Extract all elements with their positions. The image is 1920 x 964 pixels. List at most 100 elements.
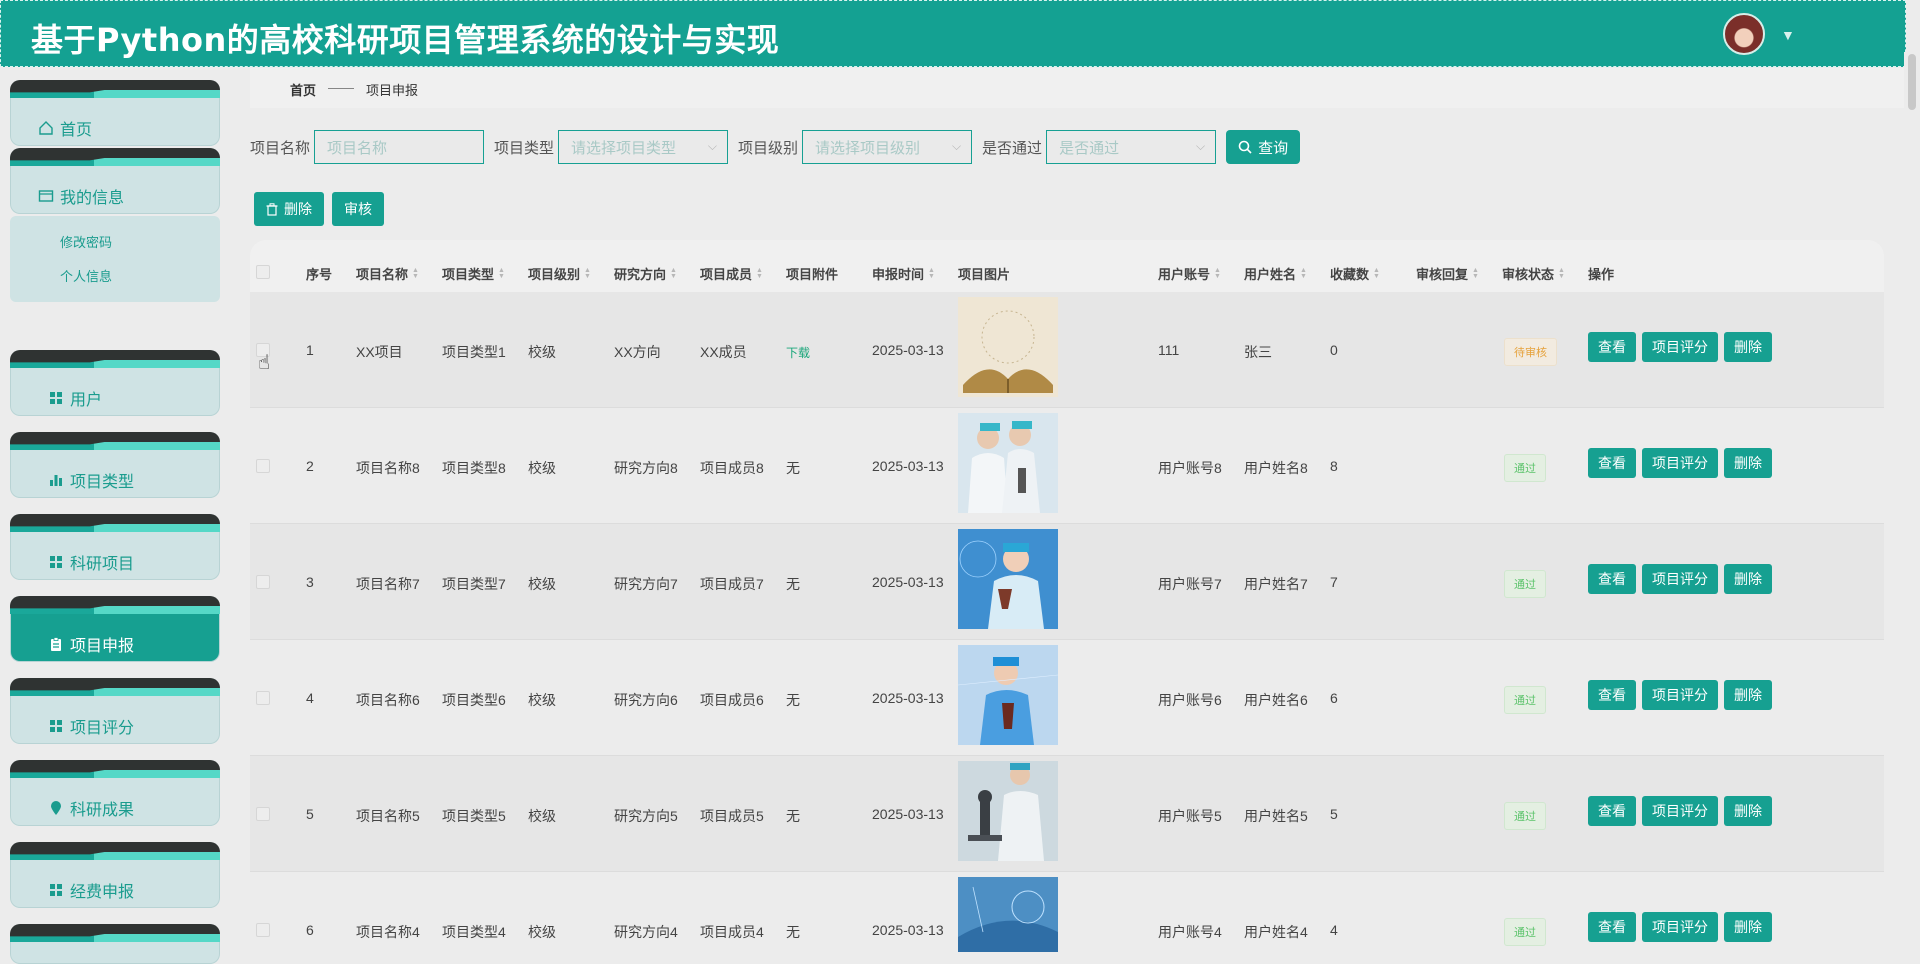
project-image[interactable] <box>958 297 1058 397</box>
project-image[interactable] <box>958 529 1058 629</box>
breadcrumb-home[interactable]: 首页 <box>290 80 316 99</box>
search-type-select[interactable]: 请选择项目类型 ⌵ <box>558 130 729 164</box>
delete-button[interactable]: 删除 <box>1724 448 1772 478</box>
col-header-type[interactable]: 项目类型 ▲ ▼ <box>442 264 505 283</box>
score-button[interactable]: 项目评分 <box>1642 448 1718 478</box>
col-header-account[interactable]: 用户账号 ▲ ▼ <box>1158 264 1221 283</box>
sort-icon[interactable]: ▲ ▼ <box>1373 267 1380 280</box>
search-type-label: 项目类型 <box>494 139 555 157</box>
project-image[interactable] <box>958 413 1058 513</box>
project-image[interactable] <box>958 761 1058 861</box>
cell-favorites: 6 <box>1330 690 1338 706</box>
delete-button[interactable]: 删除 <box>1724 912 1772 942</box>
sidebar-item-home[interactable]: 首页 <box>10 80 220 146</box>
cell-username: 用户姓名4 <box>1244 924 1308 940</box>
col-header-favorites[interactable]: 收藏数 ▲ ▼ <box>1330 264 1380 283</box>
sidebar-item-project-scoring[interactable]: 项目评分 <box>10 678 220 744</box>
page-scrollbar[interactable] <box>1904 52 1920 952</box>
view-button[interactable]: 查看 <box>1588 332 1636 362</box>
score-button[interactable]: 项目评分 <box>1642 564 1718 594</box>
table-row: 6 项目名称4 项目类型4 校级 研究方向4 项目成员4 无 2025-03-1… <box>250 872 1884 952</box>
search-name-input[interactable]: 项目名称 <box>314 130 485 164</box>
delete-button[interactable]: 删除 <box>1724 564 1772 594</box>
sidebar-item-users[interactable]: 用户 <box>10 350 220 416</box>
cell-direction: 研究方向7 <box>614 576 678 592</box>
batch-delete-button[interactable]: 删除 <box>254 192 324 226</box>
sort-icon[interactable]: ▲ ▼ <box>1472 267 1479 280</box>
project-image[interactable] <box>958 645 1058 745</box>
row-checkbox[interactable] <box>256 923 270 937</box>
sidebar-item-project-types[interactable]: 项目类型 <box>10 432 220 498</box>
score-button[interactable]: 项目评分 <box>1642 796 1718 826</box>
project-image[interactable] <box>958 877 1058 952</box>
chevron-down-icon: ⌵ <box>951 139 962 153</box>
col-header-username[interactable]: 用户姓名 ▲ ▼ <box>1244 264 1307 283</box>
chevron-down-icon[interactable]: ▼ <box>1781 27 1795 43</box>
sort-icon[interactable]: ▲ ▼ <box>1300 267 1307 280</box>
cell-direction: 研究方向6 <box>614 692 678 708</box>
status-badge: 通过 <box>1504 570 1546 598</box>
col-header-time[interactable]: 申报时间 ▲ ▼ <box>872 264 935 283</box>
search-level-select[interactable]: 请选择项目级别 ⌵ <box>802 130 973 164</box>
cell-time: 2025-03-13 <box>872 806 944 822</box>
search-pass-select[interactable]: 是否通过 ⌵ <box>1046 130 1217 164</box>
sidebar-item-my-info[interactable]: 我的信息 <box>10 148 220 214</box>
sort-icon[interactable]: ▲ ▼ <box>412 267 419 280</box>
cell-account: 用户账号8 <box>1158 460 1222 476</box>
select-all-checkbox[interactable] <box>256 265 270 279</box>
scrollbar-thumb[interactable] <box>1908 54 1916 110</box>
user-avatar[interactable] <box>1723 13 1765 55</box>
delete-button[interactable]: 删除 <box>1724 796 1772 826</box>
sort-icon[interactable]: ▲ ▼ <box>498 267 505 280</box>
sort-icon[interactable]: ▲ ▼ <box>928 267 935 280</box>
row-checkbox[interactable] <box>256 459 270 473</box>
sort-icon[interactable]: ▲ ▼ <box>756 267 763 280</box>
download-link[interactable]: 下载 <box>786 344 810 361</box>
score-button[interactable]: 项目评分 <box>1642 332 1718 362</box>
sidebar-item-label: 用户 <box>70 392 103 409</box>
view-button[interactable]: 查看 <box>1588 912 1636 942</box>
col-header-status[interactable]: 审核状态 ▲ ▼ <box>1502 264 1565 283</box>
sidebar-subitem-personal-info[interactable]: 个人信息 <box>60 266 112 285</box>
sort-icon[interactable]: ▲ ▼ <box>584 267 591 280</box>
cell-username: 用户姓名6 <box>1244 692 1308 708</box>
sidebar-subitem-change-password[interactable]: 修改密码 <box>60 232 112 251</box>
score-button[interactable]: 项目评分 <box>1642 912 1718 942</box>
sort-icon[interactable]: ▲ ▼ <box>1214 267 1221 280</box>
table-row: 2 项目名称8 项目类型8 校级 研究方向8 项目成员8 无 2025-03-1… <box>250 408 1884 524</box>
id-card-icon <box>38 190 54 202</box>
sidebar-item-funding-application[interactable]: 经费申报 <box>10 842 220 908</box>
row-checkbox[interactable] <box>256 575 270 589</box>
cell-no: 4 <box>306 690 314 706</box>
col-header-members[interactable]: 项目成员 ▲ ▼ <box>700 264 763 283</box>
view-button[interactable]: 查看 <box>1588 680 1636 710</box>
col-header-level[interactable]: 项目级别 ▲ ▼ <box>528 264 591 283</box>
view-button[interactable]: 查看 <box>1588 564 1636 594</box>
cell-level: 校级 <box>528 924 556 940</box>
status-badge: 通过 <box>1504 686 1546 714</box>
delete-button[interactable]: 删除 <box>1724 680 1772 710</box>
sidebar-item-more[interactable] <box>10 924 220 964</box>
col-header-direction[interactable]: 研究方向 ▲ ▼ <box>614 264 677 283</box>
query-button[interactable]: 查询 <box>1226 130 1301 164</box>
sort-icon[interactable]: ▲ ▼ <box>670 267 677 280</box>
sort-icon[interactable]: ▲ ▼ <box>1558 267 1565 280</box>
sidebar-item-label: 我的信息 <box>60 190 125 207</box>
sidebar-item-label: 经费申报 <box>70 884 135 901</box>
cell-level: 校级 <box>528 344 556 360</box>
col-header-reply[interactable]: 审核回复 ▲ ▼ <box>1416 264 1479 283</box>
row-checkbox[interactable] <box>256 807 270 821</box>
sidebar-item-label: 首页 <box>60 122 93 139</box>
view-button[interactable]: 查看 <box>1588 448 1636 478</box>
view-button[interactable]: 查看 <box>1588 796 1636 826</box>
sidebar-item-research-projects[interactable]: 科研项目 <box>10 514 220 580</box>
cell-no: 1 <box>306 342 314 358</box>
sidebar-item-project-application[interactable]: 项目申报 <box>10 596 220 662</box>
delete-button[interactable]: 删除 <box>1724 332 1772 362</box>
col-header-name[interactable]: 项目名称 ▲ ▼ <box>356 264 419 283</box>
cell-username: 用户姓名5 <box>1244 808 1308 824</box>
sidebar-item-research-results[interactable]: 科研成果 <box>10 760 220 826</box>
row-checkbox[interactable] <box>256 691 270 705</box>
score-button[interactable]: 项目评分 <box>1642 680 1718 710</box>
review-button[interactable]: 审核 <box>332 192 384 226</box>
